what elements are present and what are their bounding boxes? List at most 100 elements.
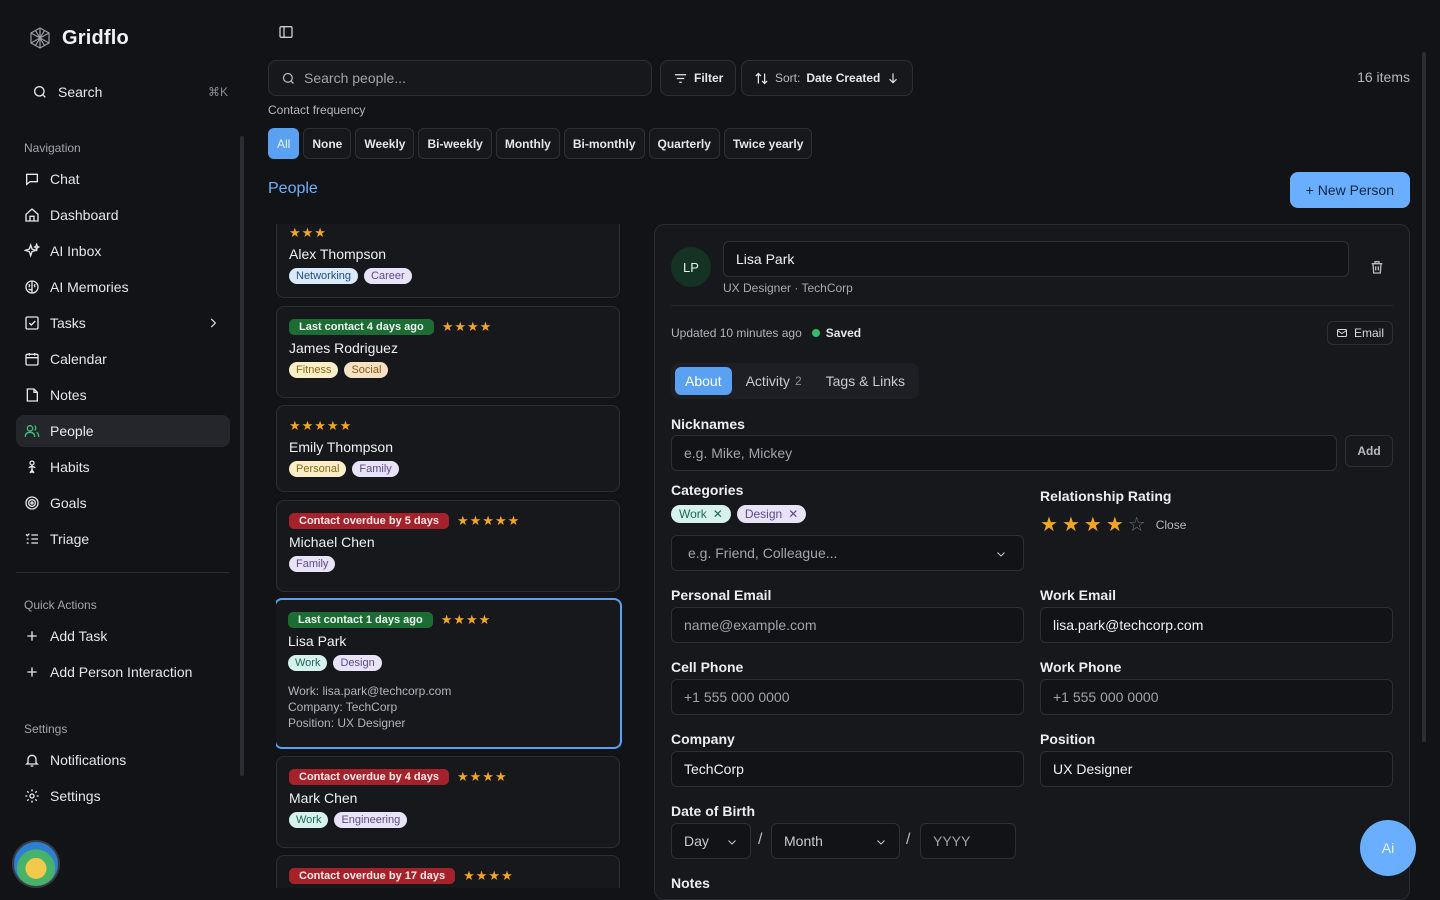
- frequency-chip-none[interactable]: None: [303, 128, 352, 159]
- personal-email-label: Personal Email: [671, 587, 772, 603]
- categories-placeholder: e.g. Friend, Colleague...: [688, 545, 838, 561]
- sidebar-item-notes[interactable]: Notes: [16, 379, 230, 411]
- work-phone-input[interactable]: [1040, 679, 1393, 715]
- chevron-down-icon: [877, 840, 885, 845]
- nicknames-input[interactable]: [671, 435, 1337, 471]
- card-stars: ★★★★: [441, 319, 493, 334]
- person-card-emily-thompson[interactable]: ★★★★★ Emily Thompson Personal Family: [276, 405, 620, 492]
- category-tag-design: Design ✕: [736, 505, 807, 523]
- people-search-input[interactable]: [304, 70, 634, 86]
- sidebar-item-label: Notifications: [50, 752, 127, 768]
- category-tag-label: Work: [679, 507, 707, 521]
- main-content: Filter Sort: Date Created 16 items Conta…: [248, 0, 1440, 900]
- add-person-interaction-button[interactable]: Add Person Interaction: [16, 656, 230, 688]
- sparkles-icon: [24, 243, 40, 258]
- email-button[interactable]: Email: [1326, 321, 1393, 345]
- relationship-rating: ★ ★ ★ ★ ☆ Close: [1040, 515, 1186, 535]
- rating-star-4[interactable]: ★: [1106, 515, 1124, 535]
- categories-select[interactable]: e.g. Friend, Colleague...: [671, 535, 1024, 571]
- category-tags: Work ✕ Design ✕: [671, 505, 807, 523]
- gear-icon: [25, 789, 39, 803]
- remove-tag-icon[interactable]: ✕: [788, 507, 798, 521]
- person-card-partial[interactable]: Contact overdue by 17 days ★★★★: [276, 855, 620, 888]
- card-stars: ★★★★★: [457, 513, 521, 528]
- sidebar-item-goals[interactable]: Goals: [16, 487, 230, 519]
- quick-actions: Add Task Add Person Interaction: [16, 620, 230, 692]
- sort-button[interactable]: Sort: Date Created: [741, 60, 914, 96]
- settings-section-title: Settings: [24, 722, 68, 736]
- dob-month-select[interactable]: Month: [771, 823, 900, 859]
- home-icon: [25, 208, 39, 222]
- frequency-chip-bi-weekly[interactable]: Bi-weekly: [418, 128, 492, 159]
- sidebar-item-triage[interactable]: Triage: [16, 523, 230, 555]
- rating-star-3[interactable]: ★: [1084, 515, 1102, 535]
- sidebar-scrollbar[interactable]: [240, 136, 244, 776]
- user-avatar[interactable]: [12, 840, 60, 888]
- sidebar-item-label: Settings: [50, 788, 101, 804]
- sidebar-item-label: Triage: [50, 531, 90, 547]
- sidebar-item-notifications[interactable]: Notifications: [16, 744, 230, 776]
- frequency-chip-quarterly[interactable]: Quarterly: [648, 128, 720, 159]
- sidebar-item-calendar[interactable]: Calendar: [16, 343, 230, 375]
- chevron-down-icon: [728, 840, 736, 845]
- chevron-right-icon[interactable]: [206, 316, 220, 330]
- card-stars: ★★★★: [440, 612, 492, 627]
- trash-icon[interactable]: [1369, 259, 1385, 275]
- ai-assistant-button[interactable]: Ai: [1360, 820, 1416, 876]
- person-card-lisa-park[interactable]: Last contact 1 days ago ★★★★ Lisa Park W…: [276, 598, 622, 749]
- sidebar-item-settings[interactable]: Settings: [16, 780, 230, 812]
- person-card-michael-chen[interactable]: Contact overdue by 5 days ★★★★★ Michael …: [276, 500, 620, 592]
- save-status: Updated 10 minutes ago Saved: [671, 326, 861, 340]
- main-nav: Chat Dashboard AI Inbox AI Memories Task…: [16, 163, 230, 559]
- person-card-mark-chen[interactable]: Contact overdue by 4 days ★★★★ Mark Chen…: [276, 756, 620, 848]
- add-task-button[interactable]: Add Task: [16, 620, 230, 652]
- chevron-down-icon: [997, 552, 1005, 557]
- sidebar-toggle-icon[interactable]: [278, 24, 294, 40]
- sidebar: Gridflo Search ⌘K Navigation Chat Dashbo…: [0, 0, 248, 900]
- company-input[interactable]: [671, 751, 1024, 787]
- card-tag: Design: [333, 655, 382, 671]
- status-badge: Last contact 1 days ago: [288, 612, 433, 628]
- tab-about[interactable]: About: [675, 367, 732, 395]
- sidebar-item-people[interactable]: People: [16, 415, 230, 447]
- frequency-chip-all[interactable]: All: [268, 128, 300, 159]
- sidebar-item-tasks[interactable]: Tasks: [16, 307, 230, 339]
- remove-tag-icon[interactable]: ✕: [713, 507, 723, 521]
- status-badge: Contact overdue by 17 days: [289, 868, 456, 884]
- add-nickname-button[interactable]: Add: [1345, 435, 1393, 467]
- dob-year-input[interactable]: [920, 823, 1016, 859]
- rating-star-1[interactable]: ★: [1040, 515, 1058, 535]
- new-person-button[interactable]: + New Person: [1289, 172, 1410, 208]
- sidebar-item-ai-memories[interactable]: AI Memories: [16, 271, 230, 303]
- sidebar-item-ai-inbox[interactable]: AI Inbox: [16, 235, 230, 267]
- brand[interactable]: Gridflo: [28, 26, 129, 50]
- sidebar-item-habits[interactable]: Habits: [16, 451, 230, 483]
- sidebar-search[interactable]: Search ⌘K: [24, 78, 228, 106]
- cell-phone-input[interactable]: [671, 679, 1024, 715]
- tab-tags-links[interactable]: Tags & Links: [816, 367, 915, 395]
- search-icon: [34, 86, 46, 98]
- dob-day-select[interactable]: Day: [671, 823, 751, 859]
- filter-button[interactable]: Filter: [660, 60, 737, 96]
- frequency-chip-monthly[interactable]: Monthly: [495, 128, 560, 159]
- detail-divider: [671, 305, 1393, 306]
- frequency-chip-weekly[interactable]: Weekly: [355, 128, 415, 159]
- frequency-chip-bi-monthly[interactable]: Bi-monthly: [563, 128, 645, 159]
- brain-icon: [25, 280, 39, 294]
- name-input[interactable]: [723, 241, 1349, 277]
- frequency-chip-twice-yearly[interactable]: Twice yearly: [723, 128, 813, 159]
- sidebar-item-chat[interactable]: Chat: [16, 163, 230, 195]
- rating-star-5[interactable]: ☆: [1128, 515, 1146, 535]
- work-email-input[interactable]: [1040, 607, 1393, 643]
- rating-star-2[interactable]: ★: [1062, 515, 1080, 535]
- position-input[interactable]: [1040, 751, 1393, 787]
- card-tag: Family: [289, 556, 336, 572]
- company-label: Company: [671, 731, 735, 747]
- person-card-alex-thompson[interactable]: ★★★ Alex Thompson Networking Career: [276, 224, 620, 298]
- person-card-james-rodriguez[interactable]: Last contact 4 days ago ★★★★ James Rodri…: [276, 306, 620, 398]
- page-scrollbar[interactable]: [1422, 52, 1426, 742]
- personal-email-input[interactable]: [671, 607, 1024, 643]
- tab-activity[interactable]: Activity 2: [736, 367, 812, 395]
- sidebar-item-dashboard[interactable]: Dashboard: [16, 199, 230, 231]
- filter-label: Filter: [694, 71, 724, 85]
